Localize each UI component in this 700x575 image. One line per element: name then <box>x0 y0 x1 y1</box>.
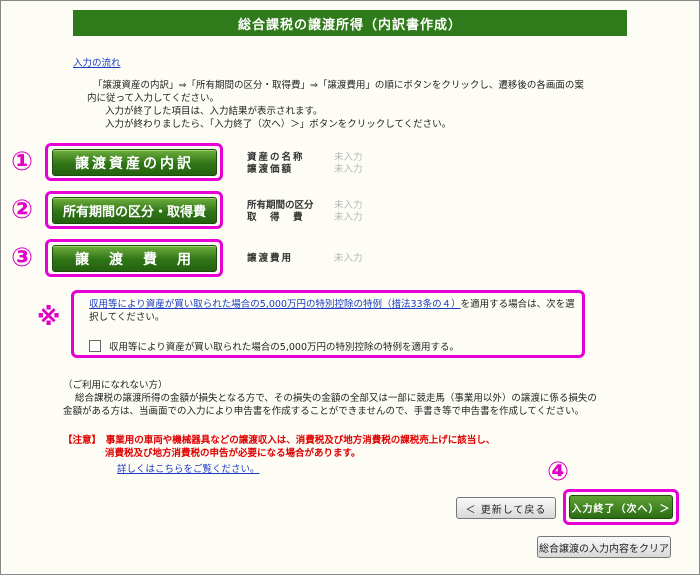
caution-line-1: 事業用の車両や機械器具などの譲渡収入は、消費税及び地方消費税の課税売上げに該当し… <box>105 435 496 446</box>
special-exemption-checkbox[interactable] <box>89 340 101 352</box>
caution-tag: 【注意】 <box>63 435 97 446</box>
step-1-marker: ① <box>11 147 34 177</box>
step-2-marker: ② <box>11 195 34 225</box>
update-and-back-button[interactable]: ＜ 更新して戻る <box>456 497 556 519</box>
transfer-expenses-label: 譲渡費用 <box>247 253 294 264</box>
input-flow-link[interactable]: 入力の流れ <box>73 57 121 70</box>
caution-line-2: 消費税及び地方消費税の申告が必要になる場合があります。 <box>105 448 361 459</box>
transfer-price-value: 未入力 <box>334 164 363 175</box>
intro-line-4: 入力が終わりましたら、「入力終了（次へ）＞」ボタンをクリックしてください。 <box>105 119 452 130</box>
intro-line-1: 「譲渡資産の内訳」⇒「所有期間の区分・取得費」⇒「譲渡費用」の順にボタンをクリッ… <box>93 80 584 91</box>
page-title: 総合課税の譲渡所得（内訳書作成） <box>73 10 627 36</box>
intro-line-2: 内に従って入力してください。 <box>87 93 219 104</box>
not-usable-heading: （ご利用になれない方） <box>63 380 168 391</box>
clear-input-button[interactable]: 総合譲渡の入力内容をクリア <box>537 536 671 558</box>
intro-line-3: 入力が終了した項目は、入力結果が表示されます。 <box>105 106 323 117</box>
transfer-assets-breakdown-button[interactable]: 譲渡資産の内訳 <box>52 149 217 176</box>
holding-period-acquisition-cost-button[interactable]: 所有期間の区分・取得費 <box>52 197 217 224</box>
step-3-marker: ③ <box>11 243 34 273</box>
transfer-price-label: 譲渡価額 <box>247 164 294 175</box>
special-exemption-text: 収用等により資産が買い取られた場合の5,000万円の特別控除の特例（措法33条の… <box>89 298 579 324</box>
caution-notice: 【注意】 事業用の車両や機械器具などの譲渡収入は、消費税及び地方消費税の課税売上… <box>63 434 603 460</box>
asset-name-value: 未入力 <box>334 152 363 163</box>
intro-text: 「譲渡資産の内訳」⇒「所有期間の区分・取得費」⇒「譲渡費用」の順にボタンをクリッ… <box>87 79 593 131</box>
not-usable-section: （ご利用になれない方） 総合課税の譲渡所得の金額が損失となる方で、その損失の金額… <box>63 379 603 418</box>
page-frame: 総合課税の譲渡所得（内訳書作成） 入力の流れ 「譲渡資産の内訳」⇒「所有期間の区… <box>0 0 700 575</box>
transfer-expenses-value: 未入力 <box>334 253 363 264</box>
acquisition-cost-value: 未入力 <box>334 212 363 223</box>
step-4-marker: ④ <box>547 457 570 487</box>
asset-name-label: 資産の名称 <box>247 152 305 163</box>
special-exemption-option[interactable]: 収用等により資産が買い取られた場合の5,000万円の特別控除の特例を適用する。 <box>89 339 459 353</box>
transfer-expenses-button[interactable]: 譲 渡 費 用 <box>52 245 217 272</box>
finish-input-next-button[interactable]: 入力終了（次へ）＞ <box>569 495 673 519</box>
special-exemption-link[interactable]: 収用等により資産が買い取られた場合の5,000万円の特別控除の特例（措法33条の… <box>89 299 461 310</box>
details-link[interactable]: 詳しくはこちらをご覧ください。 <box>117 461 260 475</box>
acquisition-cost-label: 取 得 費 <box>247 212 305 223</box>
special-exemption-marker: ※ <box>37 303 61 331</box>
special-exemption-checkbox-label: 収用等により資産が買い取られた場合の5,000万円の特別控除の特例を適用する。 <box>109 342 460 353</box>
holding-period-label: 所有期間の区分 <box>247 200 314 211</box>
not-usable-body: 総合課税の譲渡所得の金額が損失となる方で、その損失の金額の全部又は一部に競走馬（… <box>63 393 597 417</box>
holding-period-value: 未入力 <box>334 200 363 211</box>
